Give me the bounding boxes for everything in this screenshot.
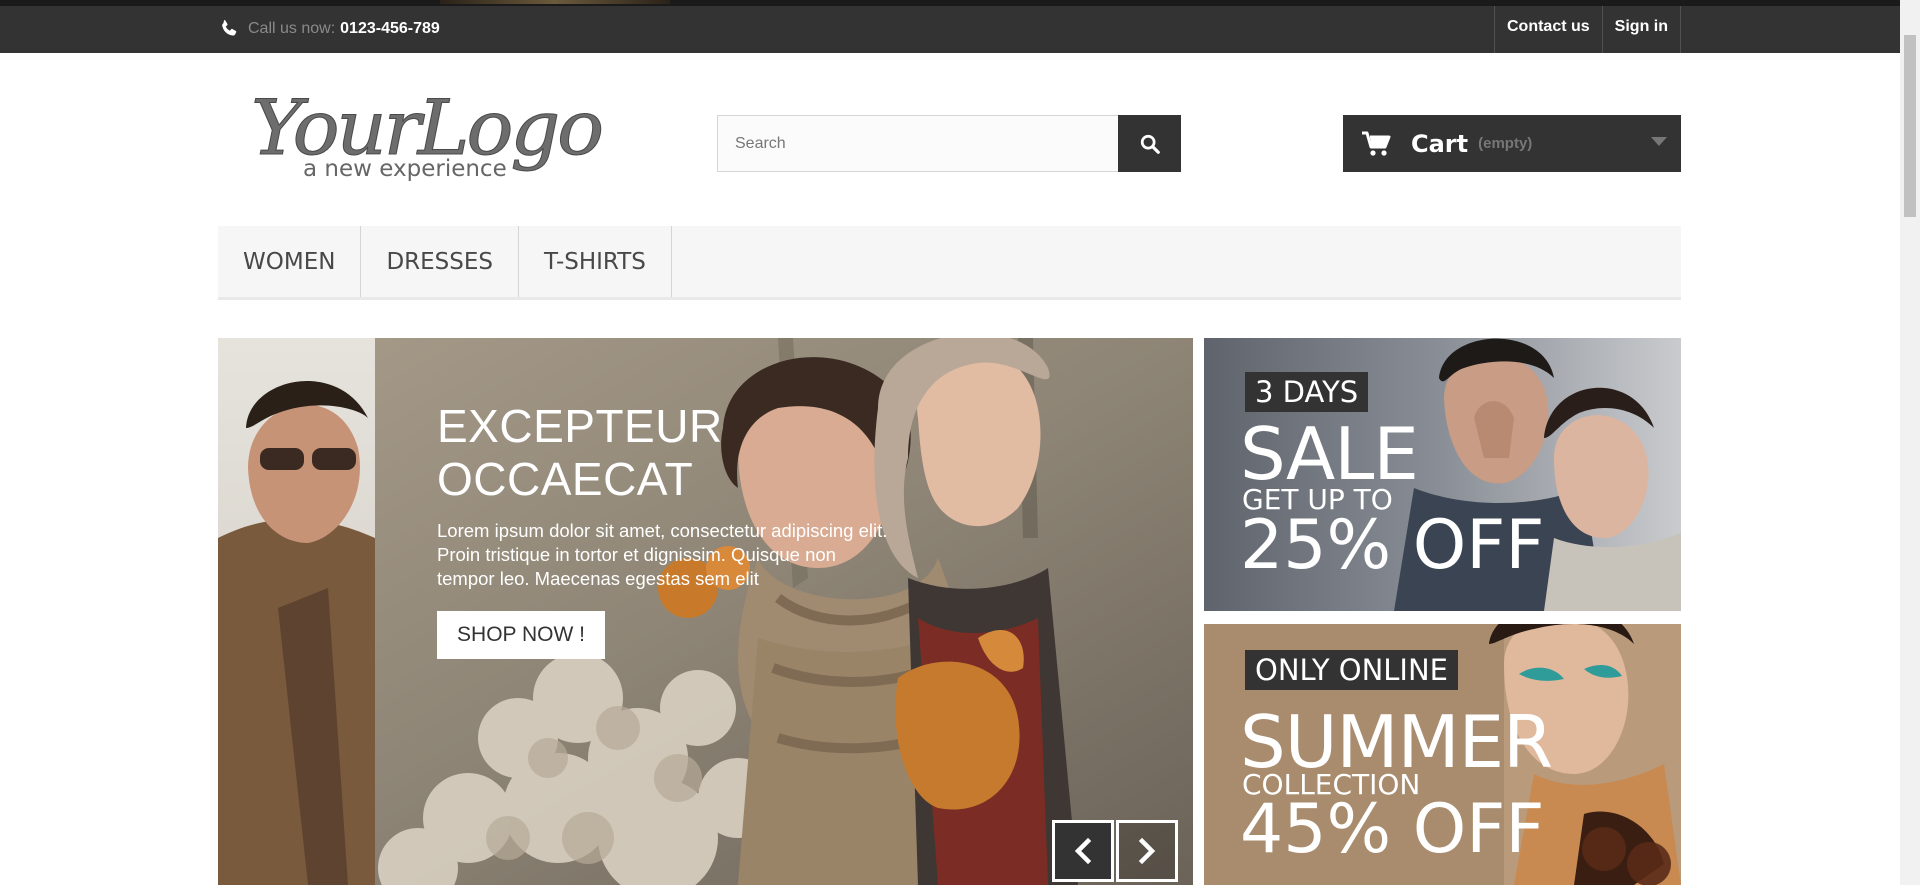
phone-icon xyxy=(222,20,237,36)
shop-now-button[interactable]: SHOP NOW ! xyxy=(437,611,605,659)
promo-banner-sale[interactable]: 3 DAYS SALE GET UP TO 25% OFF xyxy=(1204,338,1681,611)
menu-item-women[interactable]: WOMEN xyxy=(218,226,362,297)
page-scrollbar[interactable] xyxy=(1900,0,1920,885)
logo-tagline: a new experience xyxy=(303,156,507,182)
search-icon xyxy=(1140,134,1160,154)
slide-caption: EXCEPTEUR OCCAECAT Lorem ipsum dolor sit… xyxy=(437,400,897,591)
top-nav-bar: Call us now: 0123-456-789 Contact us Sig… xyxy=(0,6,1900,53)
banner-summer-offer: 45% OFF xyxy=(1240,790,1545,869)
contact-us-link[interactable]: Contact us xyxy=(1494,6,1602,53)
menu-item-dresses[interactable]: DRESSES xyxy=(361,226,519,297)
site-logo[interactable]: YourLogo a new experience xyxy=(245,82,605,183)
slide-title: EXCEPTEUR OCCAECAT xyxy=(437,400,723,505)
call-us-info: Call us now: 0123-456-789 xyxy=(218,15,440,43)
chevron-left-icon xyxy=(1074,838,1092,864)
phone-number: 0123-456-789 xyxy=(340,20,440,37)
menu-item-tshirts[interactable]: T-SHIRTS xyxy=(519,226,672,297)
banner-sale-headline: SALE xyxy=(1240,412,1419,496)
page: Call us now: 0123-456-789 Contact us Sig… xyxy=(0,0,1920,885)
account-links: Contact us Sign in xyxy=(1494,6,1681,53)
cart-status: (empty) xyxy=(1478,135,1533,152)
banner-sale-offer: 25% OFF xyxy=(1240,506,1545,585)
caret-down-icon[interactable] xyxy=(1651,137,1667,146)
scrollbar-thumb[interactable] xyxy=(1904,35,1916,217)
slider-next-button[interactable] xyxy=(1116,820,1178,882)
slider-prev-button[interactable] xyxy=(1052,820,1114,882)
search-input[interactable] xyxy=(717,115,1118,172)
cart-icon xyxy=(1362,131,1391,156)
banner-sale-tag: 3 DAYS xyxy=(1245,372,1369,412)
logo-graphic: YourLogo a new experience xyxy=(251,83,605,183)
cart-block[interactable]: Cart (empty) xyxy=(1343,115,1681,172)
search-bar xyxy=(717,115,1181,172)
search-button[interactable] xyxy=(1118,115,1181,172)
home-slider: EXCEPTEUR OCCAECAT Lorem ipsum dolor sit… xyxy=(218,338,1193,885)
call-us-label: Call us now: xyxy=(248,20,336,37)
promo-banner-summer[interactable]: ONLY ONLINE SUMMER COLLECTION 45% OFF xyxy=(1204,624,1681,885)
sign-in-link[interactable]: Sign in xyxy=(1601,6,1681,53)
slide-description: Lorem ipsum dolor sit amet, consectetur … xyxy=(437,520,888,589)
cart-label: Cart xyxy=(1411,129,1469,158)
chevron-right-icon xyxy=(1138,838,1156,864)
slider-controls xyxy=(1052,820,1178,882)
top-nav-inner: Call us now: 0123-456-789 Contact us Sig… xyxy=(218,6,1681,53)
banner-summer-tag: ONLY ONLINE xyxy=(1245,650,1459,690)
strip-image xyxy=(440,0,670,4)
main-menu: WOMEN DRESSES T-SHIRTS xyxy=(218,226,1681,300)
